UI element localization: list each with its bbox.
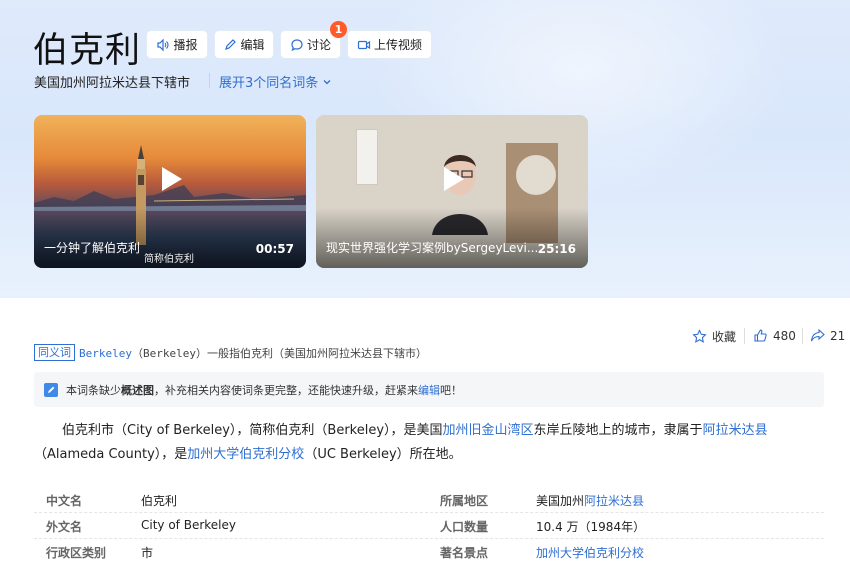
share-button[interactable]: 21 bbox=[810, 328, 845, 343]
edit-notice-icon bbox=[44, 382, 58, 397]
uc-berkeley-link[interactable]: 加州大学伯克利分校 bbox=[187, 447, 304, 462]
speaker-icon bbox=[157, 38, 170, 51]
info-value: 美国加州阿拉米达县 bbox=[536, 492, 644, 509]
discuss-count-badge: 1 bbox=[330, 21, 347, 38]
like-count: 480 bbox=[773, 328, 796, 343]
video-duration: 00:57 bbox=[255, 242, 294, 256]
summary-text: （UC Berkeley）所在地。 bbox=[304, 447, 462, 462]
info-key: 外文名 bbox=[46, 520, 83, 534]
bay-area-link[interactable]: 加州旧金山湾区 bbox=[443, 423, 534, 438]
video-duration: 25:16 bbox=[537, 242, 576, 256]
synonym-tag: 同义词 bbox=[34, 344, 75, 361]
divider bbox=[802, 328, 803, 344]
info-value-text: 美国加州 bbox=[536, 494, 585, 508]
video-camera-icon bbox=[357, 40, 371, 49]
uc-berkeley-link[interactable]: 加州大学伯克利分校 bbox=[536, 546, 644, 560]
upload-video-label: 上传视频 bbox=[373, 38, 422, 52]
info-row: 中文名 伯克利 所属地区 美国加州阿拉米达县 bbox=[34, 487, 824, 513]
notice-bold: 概述图 bbox=[121, 383, 154, 397]
share-icon bbox=[810, 328, 825, 342]
chat-icon bbox=[291, 38, 303, 51]
wall-poster-image bbox=[356, 129, 378, 185]
discuss-label: 讨论 bbox=[306, 38, 331, 52]
info-key: 中文名 bbox=[46, 494, 83, 508]
video-title: 一分钟了解伯克利 bbox=[44, 241, 141, 255]
share-count: 21 bbox=[830, 328, 846, 343]
info-key: 行政区类别 bbox=[46, 546, 107, 560]
missing-image-notice: 本词条缺少概述图，补充相关内容使词条更完整，还能快速升级，赶紧来编辑吧！ bbox=[34, 372, 824, 407]
notice-pre: 本词条缺少 bbox=[66, 383, 121, 397]
broadcast-button[interactable]: 播报 bbox=[146, 30, 208, 59]
basic-info-table: 中文名 伯克利 所属地区 美国加州阿拉米达县 外文名 City of Berke… bbox=[34, 487, 824, 565]
summary-text: （Alameda County），是 bbox=[34, 447, 188, 462]
synonym-description: （Berkeley）一般指伯克利（美国加州阿拉米达县下辖市） bbox=[131, 347, 427, 360]
alameda-county-link[interactable]: 阿拉米达县 bbox=[703, 423, 768, 438]
info-value: 市 bbox=[141, 546, 154, 560]
expand-label: 展开3个同名词条 bbox=[219, 76, 319, 91]
info-value: 伯克利 bbox=[141, 494, 178, 508]
summary-text: 伯克利市（City of Berkeley），简称伯克利（Berkeley），是… bbox=[62, 423, 443, 438]
edit-button[interactable]: 编辑 bbox=[214, 30, 274, 59]
video-card[interactable]: 现实世界强化学习案例bySergeyLevi... 25:16 bbox=[316, 115, 588, 268]
favorite-label: 收藏 bbox=[712, 330, 737, 344]
play-icon[interactable] bbox=[150, 159, 190, 199]
lemma-subtitle: 美国加州阿拉米达县下辖市 bbox=[34, 76, 191, 91]
notice-text: 本词条缺少概述图，补充相关内容使词条更完整，还能快速升级，赶紧来编辑吧！ bbox=[66, 382, 462, 398]
lamp-image bbox=[516, 155, 556, 195]
expand-homonyms-link[interactable]: 展开3个同名词条 bbox=[219, 72, 332, 91]
synonym-text: Berkeley（Berkeley）一般指伯克利（美国加州阿拉米达县下辖市） bbox=[79, 345, 427, 361]
notice-post: 吧！ bbox=[440, 383, 462, 397]
edit-label: 编辑 bbox=[240, 38, 265, 52]
video-shade bbox=[316, 208, 588, 268]
pencil-icon bbox=[225, 38, 237, 50]
like-button[interactable]: 480 bbox=[753, 328, 796, 343]
info-key: 人口数量 bbox=[440, 520, 489, 534]
info-value: 加州大学伯克利分校 bbox=[536, 544, 644, 561]
video-title: 现实世界强化学习案例bySergeyLevi... bbox=[326, 241, 539, 255]
alameda-county-link[interactable]: 阿拉米达县 bbox=[584, 494, 644, 508]
info-row: 行政区类别 市 著名景点 加州大学伯克利分校 bbox=[34, 539, 824, 565]
summary-text: 东岸丘陵地上的城市，隶属于 bbox=[533, 423, 703, 438]
play-icon[interactable] bbox=[432, 159, 472, 199]
info-key: 著名景点 bbox=[440, 546, 489, 560]
broadcast-label: 播报 bbox=[173, 38, 198, 52]
info-value: 10.4 万（1984年） bbox=[536, 520, 646, 534]
video-subtitle: 简称伯克利 bbox=[144, 254, 194, 265]
chevron-down-icon bbox=[323, 79, 331, 84]
divider bbox=[744, 328, 745, 344]
star-icon bbox=[692, 329, 707, 343]
notice-edit-link[interactable]: 编辑 bbox=[418, 384, 440, 397]
lemma-header: 伯克利 播报 编辑 讨论 1 上传视频 美国加州阿拉米达县下辖市 展开3个同名词… bbox=[0, 0, 850, 298]
upload-video-button[interactable]: 上传视频 bbox=[347, 30, 432, 59]
video-card[interactable]: 一分钟了解伯克利 简称伯克利 00:57 bbox=[34, 115, 306, 268]
info-value: City of Berkeley bbox=[141, 518, 236, 532]
synonym-link[interactable]: Berkeley bbox=[79, 347, 132, 360]
notice-mid: ，补充相关内容使词条更完整，还能快速升级，赶紧来 bbox=[154, 383, 418, 397]
page-title: 伯克利 bbox=[33, 31, 142, 71]
summary-paragraph: 伯克利市（City of Berkeley），简称伯克利（Berkeley），是… bbox=[34, 419, 824, 467]
favorite-button[interactable]: 收藏 bbox=[692, 328, 736, 345]
info-key: 所属地区 bbox=[440, 494, 489, 508]
divider bbox=[209, 73, 210, 88]
thumbs-up-icon bbox=[754, 329, 767, 342]
info-row: 外文名 City of Berkeley 人口数量 10.4 万（1984年） bbox=[34, 513, 824, 539]
